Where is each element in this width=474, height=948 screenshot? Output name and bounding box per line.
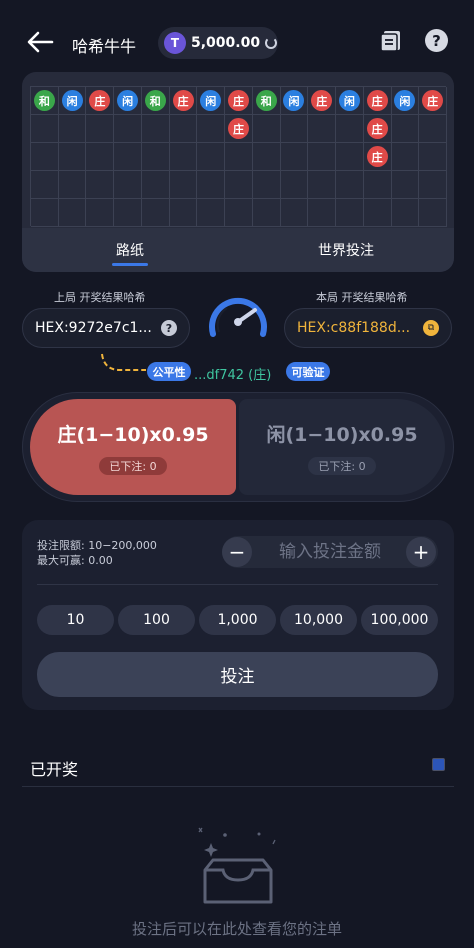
bead-banker: 庄 [89,90,111,111]
refresh-icon[interactable] [265,37,278,49]
balance-value: 5,000.00 [191,35,261,51]
checkbox-icon[interactable] [432,758,445,771]
grid-line [31,170,447,171]
tron-coin-icon: T [164,32,186,54]
last-hash-tail: ...df742 (庄) [194,368,272,383]
grid-line [279,87,281,227]
grid-line [446,87,447,227]
grid-line [251,87,253,227]
grid-line [140,87,142,227]
chip-1000[interactable]: 1,000 [199,605,276,635]
chip-10000[interactable]: 10,000 [280,605,357,635]
bead-player: 闲 [394,90,416,111]
bead-banker: 庄 [366,146,388,167]
bead-banker: 庄 [422,90,444,111]
bead-player: 闲 [338,90,360,111]
bead-player: 闲 [200,90,222,111]
cur-hash-box[interactable]: HEX:c88f188d... ⧉ [284,308,452,348]
bet-limit-line: 投注限额: 10−200,000 [37,539,157,552]
grid-line [31,114,447,115]
empty-box-icon [198,827,276,904]
grid-line [307,87,309,227]
records-icon[interactable] [380,30,402,52]
bead-banker: 庄 [228,90,249,111]
connector-line [101,353,146,371]
cur-hash-label: 本局 开奖结果哈希 [316,291,408,304]
grid-line [57,87,59,227]
chip-100000[interactable]: 100,000 [361,605,438,635]
increase-button[interactable]: + [406,537,436,567]
history-divider [22,786,454,787]
balance-pill[interactable]: T 5,000.00 [158,27,278,59]
bead-road-grid: 和闲庄闲和庄闲庄庄和闲庄闲庄庄庄闲庄 [30,86,447,227]
place-bet-button[interactable]: 投注 [37,652,438,697]
copy-icon[interactable]: ⧉ [423,320,439,336]
bead-player: 闲 [61,90,83,111]
grid-line [335,87,337,227]
grid-line [196,87,198,227]
grid-line [362,87,364,227]
banker-odds-label: 庄(1−10)x0.95 [57,423,209,446]
grid-line [224,87,226,227]
grid-line [31,198,447,199]
player-placed-tag: 已下注: 0 [308,456,376,475]
decrease-button[interactable]: − [222,537,252,567]
grid-line [31,226,447,227]
banker-placed-tag: 已下注: 0 [99,456,167,475]
bead-player: 闲 [283,90,305,111]
bet-player-button[interactable]: 闲(1−10)x0.95 已下注: 0 [239,399,445,495]
prev-hash-value: HEX:9272e7c1... [35,320,152,336]
player-odds-label: 闲(1−10)x0.95 [266,423,418,446]
bet-limits: 投注限额: 10−200,000 最大可赢: 0.00 [37,538,157,568]
bead-player: 闲 [117,90,139,111]
grid-line [85,87,87,227]
info-icon[interactable]: ? [161,320,177,336]
speed-gauge-icon [209,297,267,337]
chip-100[interactable]: 100 [118,605,195,635]
grid-line [390,87,392,227]
tab-world-bets[interactable]: 世界投注 [238,228,454,272]
verifiable-badge[interactable]: 可验证 [286,362,330,381]
bead-tie: 和 [33,90,55,111]
bead-tie: 和 [255,90,277,111]
back-arrow-icon[interactable] [26,30,54,54]
grid-line [31,142,447,143]
empty-history-text: 投注后可以在此处查看您的注单 [131,920,342,938]
bet-amount-input[interactable] [258,538,402,566]
bead-banker: 庄 [172,90,194,111]
bead-banker: 庄 [228,118,249,139]
page-title: 哈希牛牛 [72,37,137,56]
panel-divider [37,584,438,585]
tab-road-paper[interactable]: 路纸 [22,228,238,272]
grid-line [168,87,170,227]
grid-line [113,87,115,227]
cur-hash-value: HEX:c88f188d... [297,320,411,336]
bead-tie: 和 [144,90,166,111]
bet-banker-button[interactable]: 庄(1−10)x0.95 已下注: 0 [30,399,236,495]
help-icon[interactable]: ? [425,29,448,52]
max-win-line: 最大可赢: 0.00 [37,554,113,567]
bead-banker: 庄 [366,90,388,111]
bead-banker: 庄 [311,90,333,111]
grid-line [418,87,420,227]
prev-hash-box[interactable]: HEX:9272e7c1... ? [22,308,190,348]
road-tabs: 路纸 世界投注 [22,228,454,272]
prev-hash-label: 上局 开奖结果哈希 [54,291,146,304]
fairness-badge[interactable]: 公平性 [147,362,191,381]
bead-road-card: 和闲庄闲和庄闲庄庄和闲庄闲庄庄庄闲庄 路纸 世界投注 [22,72,454,272]
history-title: 已开奖 [30,760,79,779]
bead-banker: 庄 [366,118,388,139]
chip-10[interactable]: 10 [37,605,114,635]
